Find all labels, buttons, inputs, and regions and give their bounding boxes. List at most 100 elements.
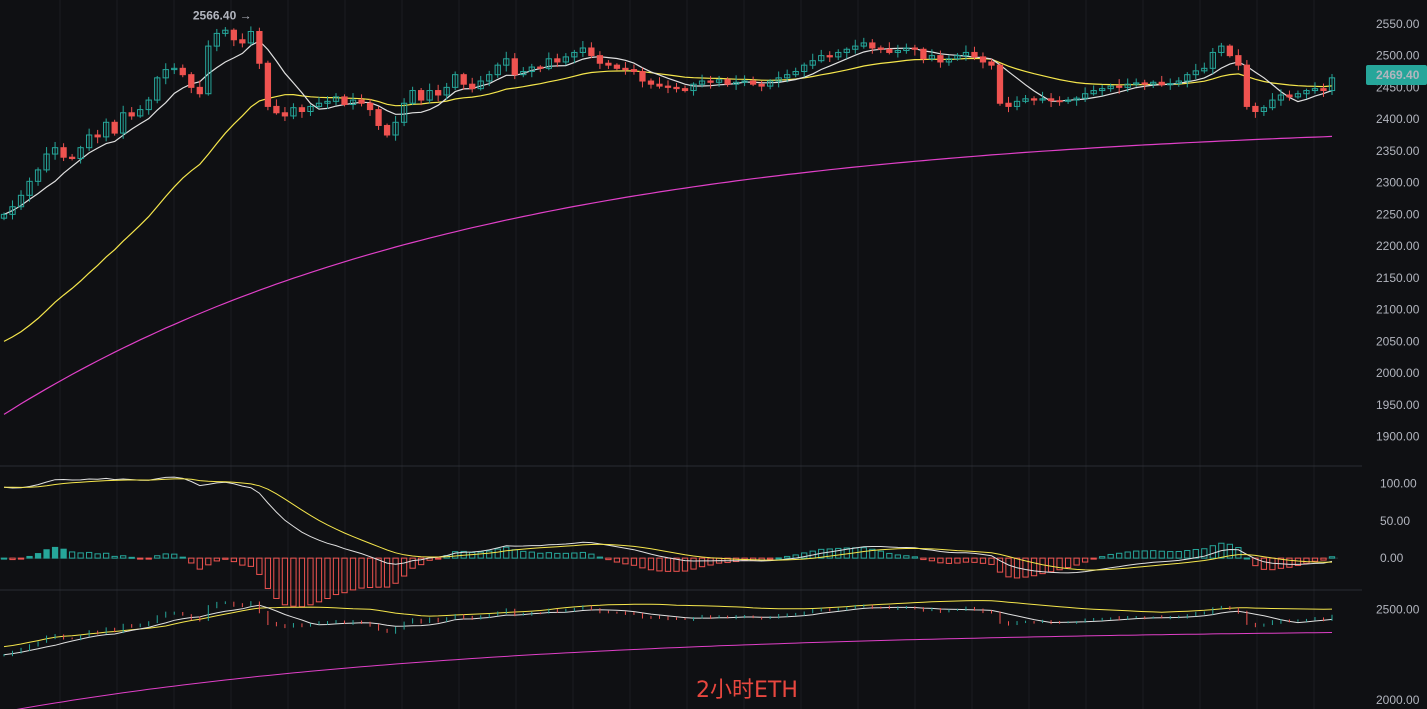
price-tick-label: 1950.00 [1376,398,1420,412]
macd-histogram-bar [1235,547,1242,559]
macd-histogram-bar [503,546,510,559]
macd-histogram-bar [196,557,203,570]
ma-slow-line [3,135,1333,415]
macd-histogram-bar [511,549,518,559]
macd-histogram-bar [545,552,552,559]
macd-histogram-bar [579,551,587,559]
macd-histogram-bar [34,553,42,559]
macd-histogram-bar [281,557,289,606]
macd-histogram-bar [639,557,646,569]
macd-histogram-bar [68,551,76,559]
ma-fast-line [3,40,1333,215]
macd-histogram-bar [784,555,791,559]
candle-body [273,105,280,114]
macd-histogram-bar [928,557,936,562]
candle-body [826,55,833,58]
overview-pane[interactable] [3,600,1333,709]
macd-pane[interactable] [0,476,1338,608]
candle-body [749,80,757,85]
macd-histogram-bar [477,551,484,559]
candle-body [877,47,884,50]
candle-body [179,67,186,76]
candle-body [94,134,101,138]
candle-body [256,30,263,64]
macd-histogram-bar [366,557,374,589]
macd-histogram-bar [698,557,706,568]
candle-body [622,67,629,71]
candle-body [460,74,467,85]
candle-body [979,56,987,63]
macd-histogram-bar [94,553,101,559]
candle-body [673,86,680,90]
candle-body [68,156,76,159]
current-price-label: 2469.40 [1376,68,1420,82]
macd-histogram-bar [630,557,638,566]
macd-histogram-bar [1081,557,1089,563]
ma-mid-line [3,57,1333,342]
overview-ma-line [3,604,1333,656]
candle-body [511,58,518,76]
candle-body [920,48,927,60]
candle-body [196,86,203,95]
macd-histogram-bar [1328,556,1336,559]
price-tick-label: 2200.00 [1376,239,1420,253]
macd-histogram-bar [1090,557,1097,560]
macd-histogram-bar [988,557,995,565]
candle-body [230,29,237,41]
candle-body [605,62,612,66]
macd-histogram-bar [664,557,672,572]
macd-histogram-bar [409,557,416,569]
macd-histogram-bar [1243,557,1251,560]
macd-histogram-bar [1303,557,1310,564]
candle-body [613,64,621,69]
macd-histogram-bar [154,555,161,559]
candle-body [869,42,876,49]
candle-body [469,83,476,90]
candle-body [681,88,689,92]
price-axis[interactable]: 2550.002500.002450.002400.002350.002300.… [1362,0,1427,709]
macd-histogram-bar [264,557,272,589]
macd-histogram-bar [1150,550,1157,559]
price-tick-label: 2000.00 [1376,366,1420,380]
overview-tick-label: 2500.00 [1376,602,1420,616]
macd-histogram-bar [162,553,169,559]
price-tick-label: 2150.00 [1376,271,1420,285]
macd-dea-line [3,478,1333,571]
price-pane[interactable]: 2566.40 → [0,8,1336,415]
macd-histogram-bar [622,557,629,565]
macd-histogram-bar [17,557,25,560]
macd-histogram-bar [273,557,280,599]
macd-histogram-bar [85,551,93,559]
price-tick-label: 2550.00 [1376,17,1420,31]
macd-histogram-bar [596,556,604,559]
candle-body [366,102,374,111]
macd-histogram-bar [358,557,365,589]
eth-2h-chart[interactable]: 2566.40 → 2550.002500.002450.002400.0023… [0,0,1427,709]
macd-histogram-bar [673,557,680,572]
price-tick-label: 2100.00 [1376,303,1420,317]
macd-histogram-bar [562,552,569,559]
price-tick-label: 2250.00 [1376,207,1420,221]
macd-histogram-bar [1209,545,1216,559]
macd-histogram-bar [1320,557,1327,561]
candle-body [1158,81,1165,86]
overview-upper-band [3,600,1333,648]
candle-body [383,124,391,136]
macd-histogram-bar [145,557,152,560]
macd-histogram-bar [1107,553,1114,559]
candle-body [111,121,118,134]
macd-histogram-bar [1133,550,1140,559]
candle-body [596,55,604,64]
macd-histogram-bar [0,557,8,560]
macd-histogram-bar [179,556,186,559]
candle-body [911,47,919,50]
macd-histogram-bar [128,556,135,559]
macd-histogram-bar [307,557,314,606]
macd-histogram-bar [1167,551,1174,559]
macd-histogram-bar [886,552,893,559]
candle-body [1243,64,1251,107]
candle-body [588,47,595,57]
macd-histogram-bar [349,557,357,591]
price-tick-label: 1900.00 [1376,430,1420,444]
macd-histogram-bar [1260,557,1268,570]
